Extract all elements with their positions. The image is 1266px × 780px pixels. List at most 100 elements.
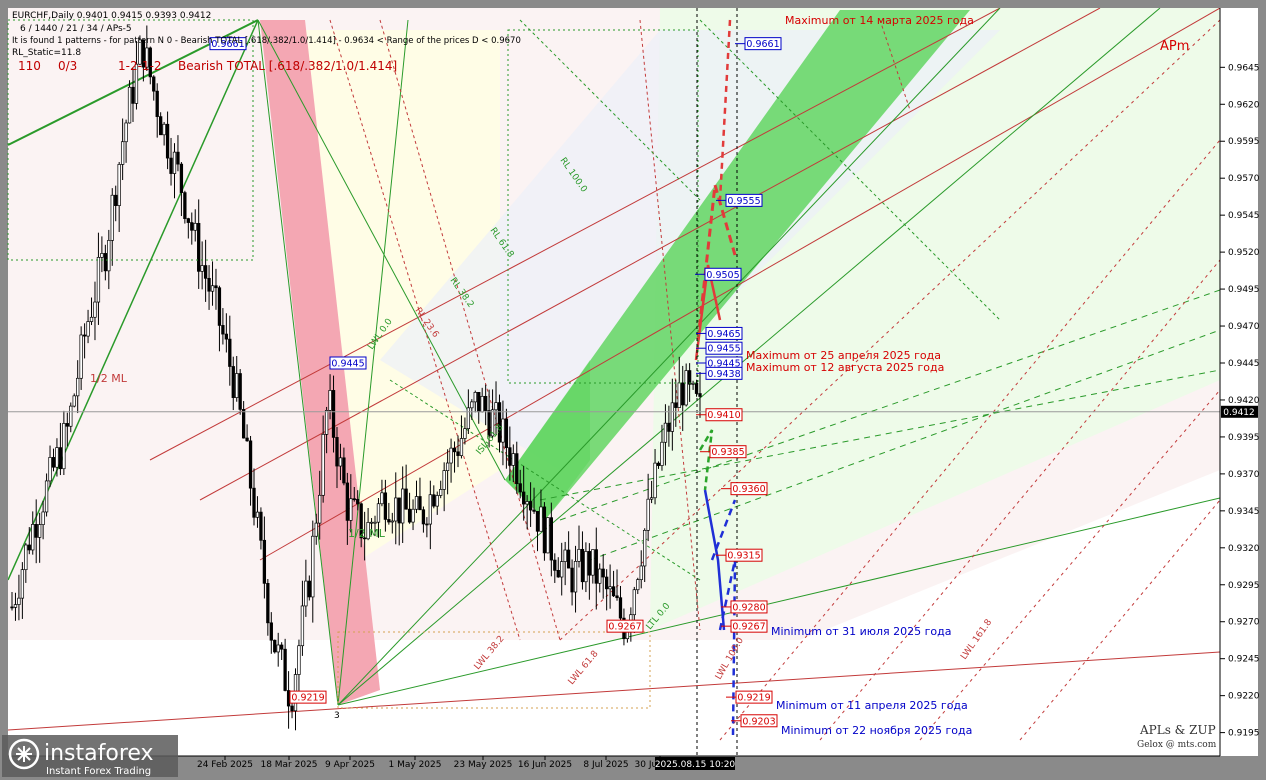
- candle-body: [356, 498, 360, 505]
- chart-canvas[interactable]: 1/2 ML1/2 ML3RL 100.0RL 61.8RL 38.2RL 23…: [0, 0, 1266, 780]
- candle-body: [445, 462, 450, 471]
- candle-body: [580, 548, 585, 583]
- candle-body: [397, 497, 401, 524]
- y-tick-label: 0.9320: [1228, 544, 1260, 554]
- candle-body: [584, 551, 588, 583]
- candle-body: [190, 222, 194, 231]
- candle-body: [466, 407, 471, 429]
- candle-body: [193, 222, 197, 231]
- candle-body: [394, 497, 398, 522]
- candle-body: [300, 605, 305, 647]
- candle-body: [639, 565, 643, 580]
- left-level-value: 0.9219: [291, 693, 324, 704]
- candle-body: [594, 549, 598, 584]
- candle-body: [34, 524, 38, 538]
- candle-body: [684, 370, 688, 406]
- candle-body: [186, 218, 190, 223]
- candle-body: [421, 509, 426, 525]
- candle-body: [439, 489, 443, 496]
- candle-body: [452, 447, 457, 453]
- candle-body: [549, 517, 553, 561]
- candle-body: [401, 488, 405, 524]
- y-tick-label: 0.9620: [1228, 100, 1260, 110]
- candle-body: [515, 453, 519, 485]
- y-tick-label: 0.9245: [1228, 655, 1260, 665]
- candle-body: [27, 544, 31, 551]
- candle-body: [546, 517, 550, 554]
- candle-body: [608, 586, 612, 590]
- candle-body: [698, 393, 702, 397]
- candle-body: [553, 559, 557, 571]
- candle-body: [20, 569, 25, 599]
- candle-body: [342, 457, 346, 484]
- candle-body: [352, 498, 356, 501]
- candle-body: [376, 503, 381, 523]
- candle-body: [82, 334, 87, 337]
- y-tick-label: 0.9570: [1228, 174, 1260, 184]
- candle-body: [328, 390, 332, 411]
- x-tick-label: 24 Feb 2025: [197, 760, 253, 770]
- y-tick-label: 0.9445: [1228, 359, 1260, 369]
- candle-body: [124, 122, 128, 143]
- signature-subtitle: Gelox @ mts.com: [1137, 740, 1217, 750]
- candle-body: [210, 285, 215, 292]
- y-tick-label: 0.9195: [1228, 729, 1260, 739]
- candle-body: [667, 422, 671, 432]
- candle-body: [127, 86, 132, 124]
- candle-body: [165, 123, 170, 159]
- level-value: 0.9410: [707, 410, 740, 421]
- candle-body: [674, 402, 678, 408]
- candle-body: [518, 483, 522, 493]
- candle-body: [425, 523, 429, 526]
- candle-body: [435, 495, 439, 507]
- candle-body: [314, 522, 318, 537]
- candle-body: [418, 496, 422, 511]
- y-tick-label: 0.9645: [1228, 63, 1260, 73]
- candle-body: [615, 595, 619, 599]
- candle-body: [390, 520, 394, 523]
- level-value: 0.9465: [707, 329, 740, 340]
- candle-body: [231, 366, 235, 398]
- level-note: Minimum от 22 ноября 2025 года: [781, 724, 972, 737]
- candle-body: [681, 382, 685, 406]
- cursor-time-label: 2025.08.15 10:20: [655, 760, 736, 770]
- candle-body: [252, 487, 256, 518]
- candle-body: [349, 498, 353, 521]
- candle-body: [463, 428, 467, 439]
- candle-body: [649, 497, 654, 500]
- candle-body: [380, 492, 384, 505]
- level-value: 0.9438: [707, 369, 740, 380]
- candle-body: [107, 240, 111, 272]
- level-value: 0.9280: [732, 602, 765, 613]
- y-tick-label: 0.9545: [1228, 211, 1260, 221]
- level-value: 0.9385: [711, 447, 744, 458]
- candle-body: [414, 496, 419, 510]
- candle-body: [307, 580, 311, 598]
- candle-body: [31, 524, 35, 551]
- candle-body: [663, 422, 668, 443]
- y-tick-label: 0.9520: [1228, 248, 1260, 258]
- signature-title: APLs & ZUP: [1139, 723, 1216, 737]
- x-tick-label: 16 Jun 2025: [518, 760, 572, 770]
- candle-body: [456, 451, 460, 456]
- candle-body: [483, 395, 488, 411]
- y-tick-label: 0.9595: [1228, 137, 1260, 147]
- candle-body: [632, 589, 636, 616]
- candle-body: [383, 492, 388, 520]
- y-tick-label: 0.9345: [1228, 507, 1260, 517]
- candle-body: [335, 437, 339, 467]
- candle-body: [653, 462, 657, 499]
- candle-body: [197, 222, 201, 272]
- candle-body: [155, 90, 159, 117]
- candle-body: [601, 568, 605, 578]
- candle-body: [373, 521, 377, 524]
- candle-body: [407, 508, 412, 523]
- candle-body: [411, 508, 415, 523]
- candle-body: [114, 194, 118, 206]
- candle-body: [203, 265, 208, 279]
- level-value: 0.9661: [746, 39, 779, 50]
- candle-body: [224, 333, 229, 340]
- level-value: 0.9360: [732, 484, 765, 495]
- level-note: Minimum от 11 апреля 2025 года: [776, 699, 968, 712]
- candle-body: [369, 521, 374, 524]
